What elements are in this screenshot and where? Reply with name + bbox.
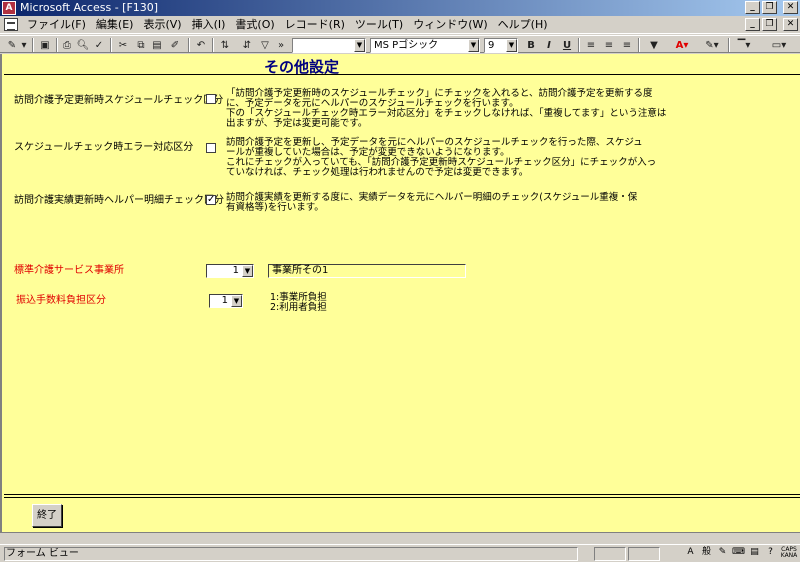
menu-item-2[interactable]: 表示(V) xyxy=(138,18,186,32)
spellcheck-icon[interactable]: ✓ xyxy=(92,38,106,52)
form-body: その他設定 訪問介護予定更新時スケジュールチェック区分 「訪問介護予定更新時のス… xyxy=(0,54,800,532)
chevron-down-icon[interactable]: ▼ xyxy=(468,39,479,52)
menu-item-4[interactable]: 書式(O) xyxy=(230,18,279,32)
close-button[interactable]: ✕ xyxy=(783,1,798,14)
standard-office-select[interactable]: 1 ▼ xyxy=(206,264,254,278)
fill-color-icon[interactable]: ▼ xyxy=(644,38,664,52)
menu-bar: ファイル(F) 編集(E) 表示(V) 挿入(I) 書式(O) レコード(R) ツール(T)… xyxy=(0,16,800,34)
schedule-check-checkbox[interactable] xyxy=(206,94,216,104)
align-center-icon[interactable]: ≡ xyxy=(602,38,616,52)
chevron-down-icon[interactable]: ▼ xyxy=(506,39,517,52)
special-effect-icon[interactable]: ▭▾ xyxy=(764,38,794,52)
doc-minimize-button[interactable]: _ xyxy=(745,18,760,31)
schedule-error-description: 訪問介護予定を更新し、予定データを元にヘルパーのスケジュールチェックを行った際、… xyxy=(226,137,657,178)
dictionary-icon[interactable]: ▤ xyxy=(748,546,761,559)
minimize-button[interactable]: _ xyxy=(745,1,760,14)
font-color-icon[interactable]: A▾ xyxy=(672,38,692,52)
form-control-icon[interactable] xyxy=(4,18,18,31)
object-combo[interactable]: ▼ xyxy=(292,38,366,53)
menu-item-5[interactable]: レコード(R) xyxy=(280,18,350,32)
chevron-down-icon[interactable]: ▼ xyxy=(231,295,242,307)
standard-office-label: 標準介護サービス事業所 xyxy=(14,265,124,276)
office-name-field[interactable]: 事業所その1 xyxy=(268,264,466,278)
toolbar: ✎ ▾ ▣ ⎙ 🔍︎ ✓ ✂ ⧉ ▤ ✐ ↶ ⇅ ⇵ ▽ » ▼ MS Pゴシッ… xyxy=(0,35,800,53)
save-icon[interactable]: ▣ xyxy=(38,38,52,52)
print-icon[interactable]: ⎙ xyxy=(60,38,74,52)
menu-item-1[interactable]: 編集(E) xyxy=(91,18,139,32)
doc-close-button[interactable]: ✕ xyxy=(783,18,798,31)
keyboard-icon[interactable]: ⌨ xyxy=(732,546,745,559)
status-bar: フォーム ビュー A 般 ✎ ⌨ ▤ ? CAPS KANA xyxy=(0,544,800,562)
font-size-combo[interactable]: 9 ▼ xyxy=(484,38,518,53)
status-pane-main xyxy=(4,547,578,561)
window-title: Microsoft Access - [F130] xyxy=(20,1,159,14)
font-name-combo[interactable]: MS Pゴシック ▼ xyxy=(370,38,480,53)
sort-ascending-icon[interactable]: ⇅ xyxy=(218,38,232,52)
access-key-icon[interactable]: A xyxy=(2,1,16,15)
footer-divider xyxy=(4,494,800,495)
doc-restore-button[interactable]: ❐ xyxy=(762,18,777,31)
schedule-check-label: 訪問介護予定更新時スケジュールチェック区分 xyxy=(14,95,224,106)
sort-descending-icon[interactable]: ⇵ xyxy=(240,38,254,52)
align-right-icon[interactable]: ≡ xyxy=(620,38,634,52)
helper-detail-description: 訪問介護実績を更新する度に、実績データを元にヘルパー明細のチェック(スケジュール… xyxy=(226,192,638,213)
restore-button[interactable]: ❐ xyxy=(762,1,777,14)
menu-item-3[interactable]: 挿入(I) xyxy=(187,18,231,32)
schedule-check-description: 「訪問介護予定更新時のスケジュールチェック」にチェックを入れると、訪問介護予定を… xyxy=(226,88,667,129)
filter-icon[interactable]: ▽ xyxy=(258,38,272,52)
menu-item-6[interactable]: ツール(T) xyxy=(350,18,408,32)
menu-item-0[interactable]: ファイル(F) xyxy=(22,18,91,32)
schedule-error-checkbox[interactable] xyxy=(206,143,216,153)
pen-icon[interactable]: ✎ xyxy=(716,546,729,559)
transfer-fee-options-note: 1:事業所負担 2:利用者負担 xyxy=(270,292,327,313)
input-mode-icon[interactable]: A xyxy=(684,546,697,559)
undo-icon[interactable]: ↶ xyxy=(194,38,208,52)
transfer-fee-select[interactable]: 1 ▼ xyxy=(209,294,243,308)
menu-item-8[interactable]: ヘルプ(H) xyxy=(493,18,553,32)
view-dropdown-icon[interactable]: ▾ xyxy=(20,38,28,52)
line-color-icon[interactable]: ✎▾ xyxy=(702,38,722,52)
border-width-icon[interactable]: ▔▾ xyxy=(734,38,754,52)
ime-mode-icon[interactable]: 般 xyxy=(700,546,713,559)
underline-button[interactable]: U xyxy=(560,38,574,52)
schedule-error-label: スケジュールチェック時エラー対応区分 xyxy=(14,142,194,153)
title-bar: A Microsoft Access - [F130] _ ❐ ✕ xyxy=(0,0,800,16)
horizontal-scrollbar[interactable] xyxy=(0,532,800,544)
help-icon[interactable]: ? xyxy=(764,546,777,559)
transfer-fee-label: 振込手数料負担区分 xyxy=(16,295,106,306)
format-painter-icon[interactable]: ✐ xyxy=(168,38,182,52)
cut-icon[interactable]: ✂ xyxy=(116,38,130,52)
helper-detail-check-label: 訪問介護実績更新時ヘルパー明細チェック区分 xyxy=(14,195,224,206)
print-preview-icon[interactable]: 🔍︎ xyxy=(76,38,90,52)
footer-divider-2 xyxy=(4,497,800,498)
header-divider xyxy=(4,74,800,75)
paste-icon[interactable]: ▤ xyxy=(150,38,164,52)
helper-detail-checkbox[interactable]: ✓ xyxy=(206,195,216,205)
bold-button[interactable]: B xyxy=(524,38,538,52)
status-pane-1 xyxy=(594,547,626,561)
align-left-icon[interactable]: ≡ xyxy=(584,38,598,52)
status-pane-2 xyxy=(628,547,660,561)
toolbar-more-icon[interactable]: » xyxy=(276,38,286,52)
copy-icon[interactable]: ⧉ xyxy=(134,38,148,52)
design-view-icon[interactable]: ✎ xyxy=(4,38,20,52)
italic-button[interactable]: I xyxy=(542,38,556,52)
exit-button[interactable]: 終了 xyxy=(32,504,62,527)
caps-kana-indicator: CAPS KANA xyxy=(780,545,798,559)
menu-item-7[interactable]: ウィンドウ(W) xyxy=(408,18,492,32)
chevron-down-icon[interactable]: ▼ xyxy=(242,265,253,277)
chevron-down-icon[interactable]: ▼ xyxy=(354,39,365,52)
